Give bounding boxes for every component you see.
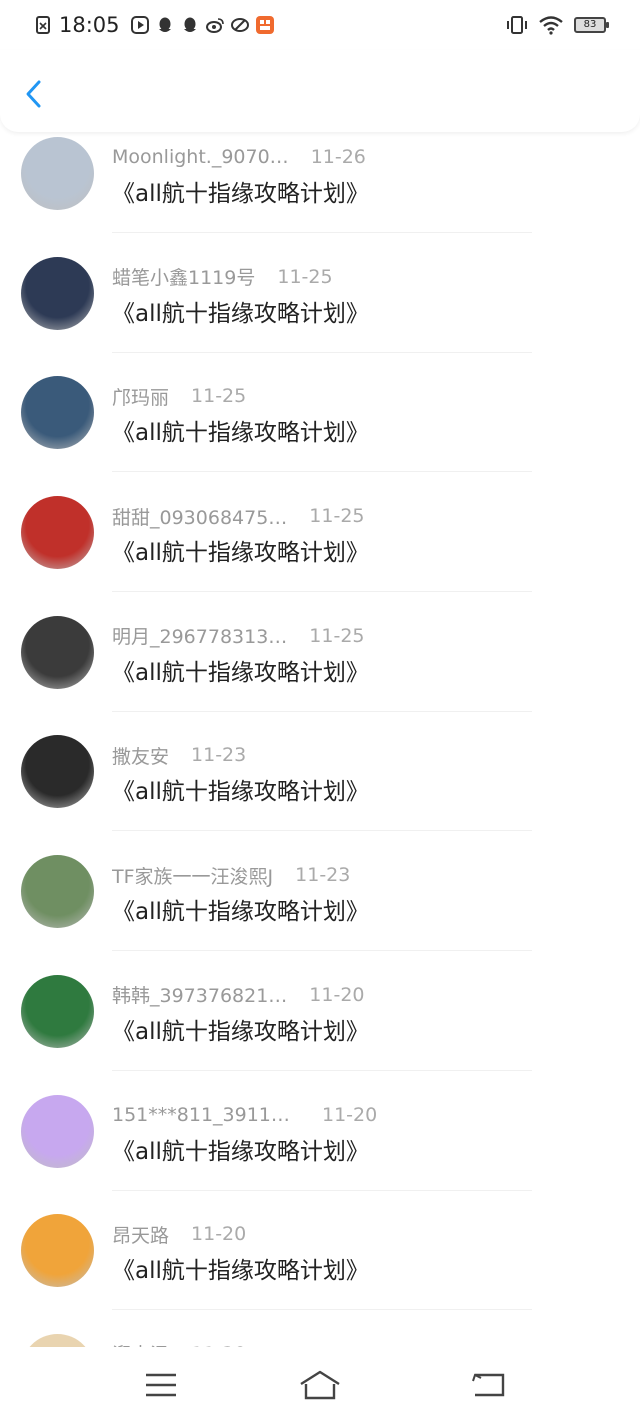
app-icon bbox=[255, 16, 274, 34]
username[interactable]: 昂天路 bbox=[112, 1221, 169, 1248]
username[interactable]: 甜甜_093068475… bbox=[112, 503, 287, 530]
item-meta: 邝玛丽 11-25 bbox=[112, 383, 246, 409]
avatar[interactable] bbox=[21, 974, 94, 1048]
list-item[interactable]: 撒友安 11-23 《all航十指缘攻略计划》 bbox=[0, 732, 640, 852]
status-bar: 18:05 83 bbox=[0, 0, 640, 50]
divider bbox=[112, 1069, 532, 1071]
avatar[interactable] bbox=[21, 137, 94, 210]
list-item[interactable]: 溜吉泽11-20 bbox=[0, 1331, 640, 1347]
list-item[interactable]: 韩韩_397376821… 11-20 《all航十指缘攻略计划》 bbox=[0, 972, 640, 1092]
comment-list: Moonlight._9070… 11-26 《all航十指缘攻略计划》 蜡笔小鑫11… bbox=[0, 134, 640, 1347]
username[interactable]: 撒友安 bbox=[112, 742, 169, 769]
username[interactable]: 韩韩_397376821… bbox=[112, 981, 287, 1008]
avatar[interactable] bbox=[21, 376, 94, 450]
item-title[interactable]: 《all航十指缘攻略计划》 bbox=[112, 533, 369, 567]
item-meta: 蜡笔小鑫1119号 11-25 bbox=[112, 264, 333, 290]
divider bbox=[112, 591, 532, 593]
record-icon bbox=[130, 16, 149, 34]
username[interactable]: 151***811_39115… bbox=[112, 1104, 300, 1126]
avatar[interactable] bbox=[21, 1333, 94, 1347]
username[interactable]: TF家族一一汪浚熙J bbox=[112, 862, 273, 889]
date: 11-25 bbox=[191, 385, 247, 408]
divider bbox=[112, 471, 532, 473]
date: 11-25 bbox=[277, 265, 333, 288]
item-meta: 甜甜_093068475… 11-25 bbox=[112, 503, 365, 529]
qq-icon bbox=[183, 17, 196, 32]
home-icon[interactable] bbox=[298, 1365, 342, 1405]
status-right: 83 bbox=[506, 12, 609, 38]
item-meta: 韩韩_397376821… 11-20 bbox=[112, 982, 365, 1008]
avatar[interactable] bbox=[21, 496, 94, 570]
avatar[interactable] bbox=[21, 735, 94, 809]
avatar[interactable] bbox=[21, 1094, 94, 1168]
item-title[interactable]: 《all航十指缘攻略计划》 bbox=[112, 174, 369, 208]
list-item[interactable]: 明月_296778313… 11-25 《all航十指缘攻略计划》 bbox=[0, 613, 640, 733]
item-title[interactable]: 《all航十指缘攻略计划》 bbox=[112, 1132, 369, 1166]
list-item[interactable]: 邝玛丽 11-25 《all航十指缘攻略计划》 bbox=[0, 373, 640, 493]
divider bbox=[112, 351, 532, 353]
nav-bar bbox=[0, 1347, 640, 1423]
qq-icon bbox=[158, 17, 171, 32]
list-item[interactable]: 蜡笔小鑫1119号 11-25 《all航十指缘攻略计划》 bbox=[0, 254, 640, 374]
divider bbox=[112, 232, 532, 233]
avatar[interactable] bbox=[21, 855, 94, 929]
item-meta: TF家族一一汪浚熙J 11-23 bbox=[112, 862, 350, 888]
battery-icon: 83 bbox=[574, 17, 609, 33]
divider bbox=[112, 950, 532, 952]
divider bbox=[112, 830, 532, 832]
item-meta: 明月_296778313… 11-25 bbox=[112, 623, 365, 649]
item-meta: 151***811_39115… 11-20 bbox=[112, 1102, 377, 1128]
item-title[interactable]: 《all航十指缘攻略计划》 bbox=[112, 772, 369, 806]
status-time: 18:05 bbox=[59, 13, 120, 37]
weibo-icon bbox=[205, 18, 224, 33]
username[interactable]: 蜡笔小鑫1119号 bbox=[112, 263, 255, 290]
date: 11-23 bbox=[295, 864, 351, 887]
avatar[interactable] bbox=[21, 256, 94, 330]
item-meta: 昂天路 11-20 bbox=[112, 1221, 246, 1247]
item-title[interactable]: 《all航十指缘攻略计划》 bbox=[112, 1251, 369, 1285]
back-icon[interactable] bbox=[470, 1365, 510, 1405]
header bbox=[0, 50, 640, 132]
menu-icon[interactable] bbox=[141, 1365, 181, 1405]
username[interactable]: Moonlight._9070… bbox=[112, 146, 289, 168]
list-item[interactable]: TF家族一一汪浚熙J 11-23 《all航十指缘攻略计划》 bbox=[0, 852, 640, 972]
sim-x-icon bbox=[36, 16, 50, 34]
divider bbox=[112, 1309, 532, 1311]
date: 11-25 bbox=[309, 624, 365, 647]
date: 11-23 bbox=[191, 744, 247, 767]
username[interactable]: 邝玛丽 bbox=[112, 383, 169, 410]
item-title[interactable]: 《all航十指缘攻略计划》 bbox=[112, 653, 369, 687]
list-item[interactable]: Moonlight._9070… 11-26 《all航十指缘攻略计划》 bbox=[0, 134, 640, 254]
item-title[interactable]: 《all航十指缘攻略计划》 bbox=[112, 892, 369, 926]
item-meta: Moonlight._9070… 11-26 bbox=[112, 144, 366, 170]
vibrate-icon bbox=[507, 16, 527, 34]
list-item[interactable]: 151***811_39115… 11-20 《all航十指缘攻略计划》 bbox=[0, 1092, 640, 1212]
list-item[interactable]: 甜甜_093068475… 11-25 《all航十指缘攻略计划》 bbox=[0, 493, 640, 613]
chevron-left-icon[interactable] bbox=[20, 76, 50, 112]
date: 11-20 bbox=[191, 1223, 247, 1246]
username[interactable]: 明月_296778313… bbox=[112, 622, 287, 649]
item-title[interactable]: 《all航十指缘攻略计划》 bbox=[112, 1012, 369, 1046]
item-title[interactable]: 《all航十指缘攻略计划》 bbox=[112, 294, 369, 328]
wifi-icon bbox=[539, 16, 563, 35]
link-icon bbox=[230, 18, 249, 32]
status-left: 18:05 bbox=[34, 10, 274, 40]
avatar[interactable] bbox=[21, 615, 94, 689]
item-title[interactable]: 《all航十指缘攻略计划》 bbox=[112, 413, 369, 447]
list-item[interactable]: 昂天路 11-20 《all航十指缘攻略计划》 bbox=[0, 1211, 640, 1331]
divider bbox=[112, 1189, 532, 1191]
date: 11-25 bbox=[309, 505, 365, 528]
username[interactable]: 溜吉泽 bbox=[112, 1340, 169, 1347]
date: 11-20 bbox=[322, 1103, 378, 1126]
date: 11-26 bbox=[310, 146, 366, 168]
item-meta: 撒友安 11-23 bbox=[112, 742, 246, 768]
avatar[interactable] bbox=[21, 1214, 94, 1288]
date: 11-20 bbox=[309, 983, 365, 1006]
divider bbox=[112, 710, 532, 712]
